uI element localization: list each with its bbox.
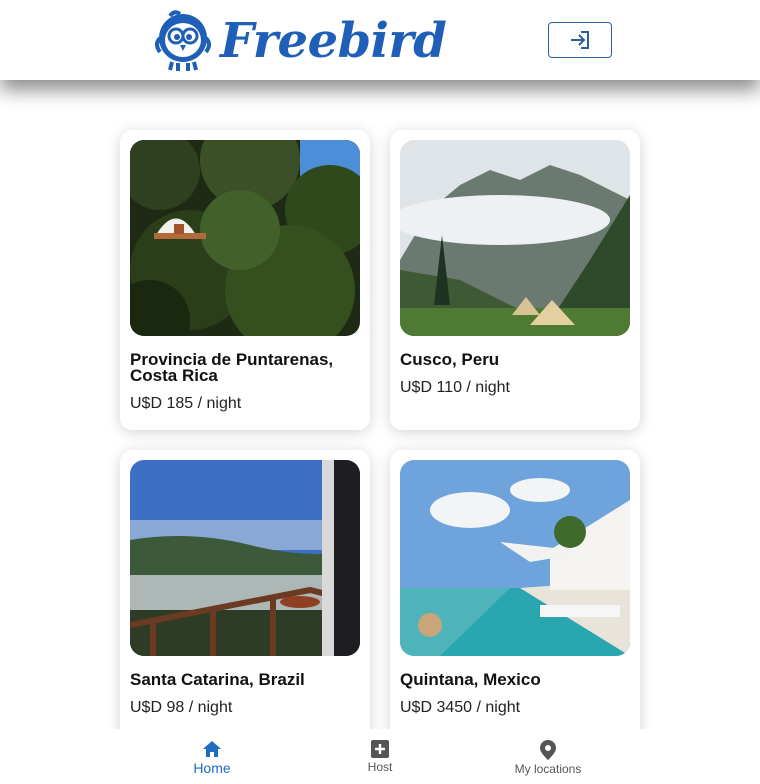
listing-price: U$D 185 / night xyxy=(130,395,242,412)
plus-square-icon xyxy=(371,740,389,758)
map-pin-icon xyxy=(540,740,556,760)
nav-item-home[interactable]: Home xyxy=(128,729,296,784)
login-icon xyxy=(571,31,589,49)
listing-title: Santa Catarina, Brazil xyxy=(130,670,305,689)
listing-title: Provincia de Puntarenas, Costa Rica xyxy=(130,350,334,385)
login-button[interactable] xyxy=(548,22,612,58)
brand-name: Freebird xyxy=(220,13,447,69)
nav-item-host[interactable]: Host xyxy=(296,729,464,784)
brand-logo[interactable]: Freebird xyxy=(152,8,447,74)
listing-title: Quintana, Mexico xyxy=(400,670,541,689)
nav-label: My locations xyxy=(514,762,582,776)
listing-price: U$D 3450 / night xyxy=(400,699,521,716)
bird-mascot-icon xyxy=(155,10,211,71)
listing-card-cusco[interactable]: Cusco, Peru U$D 110 / night xyxy=(390,130,640,430)
listing-photo-infinity-pool xyxy=(400,460,630,656)
listing-photo-valley-balcony xyxy=(130,460,360,656)
listing-card-costa-rica[interactable]: Provincia de Puntarenas, Costa Rica U$D … xyxy=(120,130,370,430)
listing-photo-treehouse-dome xyxy=(130,140,360,336)
listing-price: U$D 98 / night xyxy=(130,699,233,716)
listing-photo-andes-tents xyxy=(400,140,630,336)
listing-title: Cusco, Peru xyxy=(400,350,500,369)
nav-label: Home xyxy=(193,760,231,776)
listing-card-quintana[interactable]: Quintana, Mexico U$D 3450 / night xyxy=(390,450,640,750)
bottom-navigation: Home Host My locations xyxy=(0,729,760,784)
home-icon xyxy=(203,741,221,757)
app-header: Freebird xyxy=(0,0,760,80)
listing-price: U$D 110 / night xyxy=(400,379,510,396)
nav-label: Host xyxy=(367,760,393,774)
nav-item-my-locations[interactable]: My locations xyxy=(464,729,632,784)
listing-card-santa-catarina[interactable]: Santa Catarina, Brazil U$D 98 / night xyxy=(120,450,370,750)
